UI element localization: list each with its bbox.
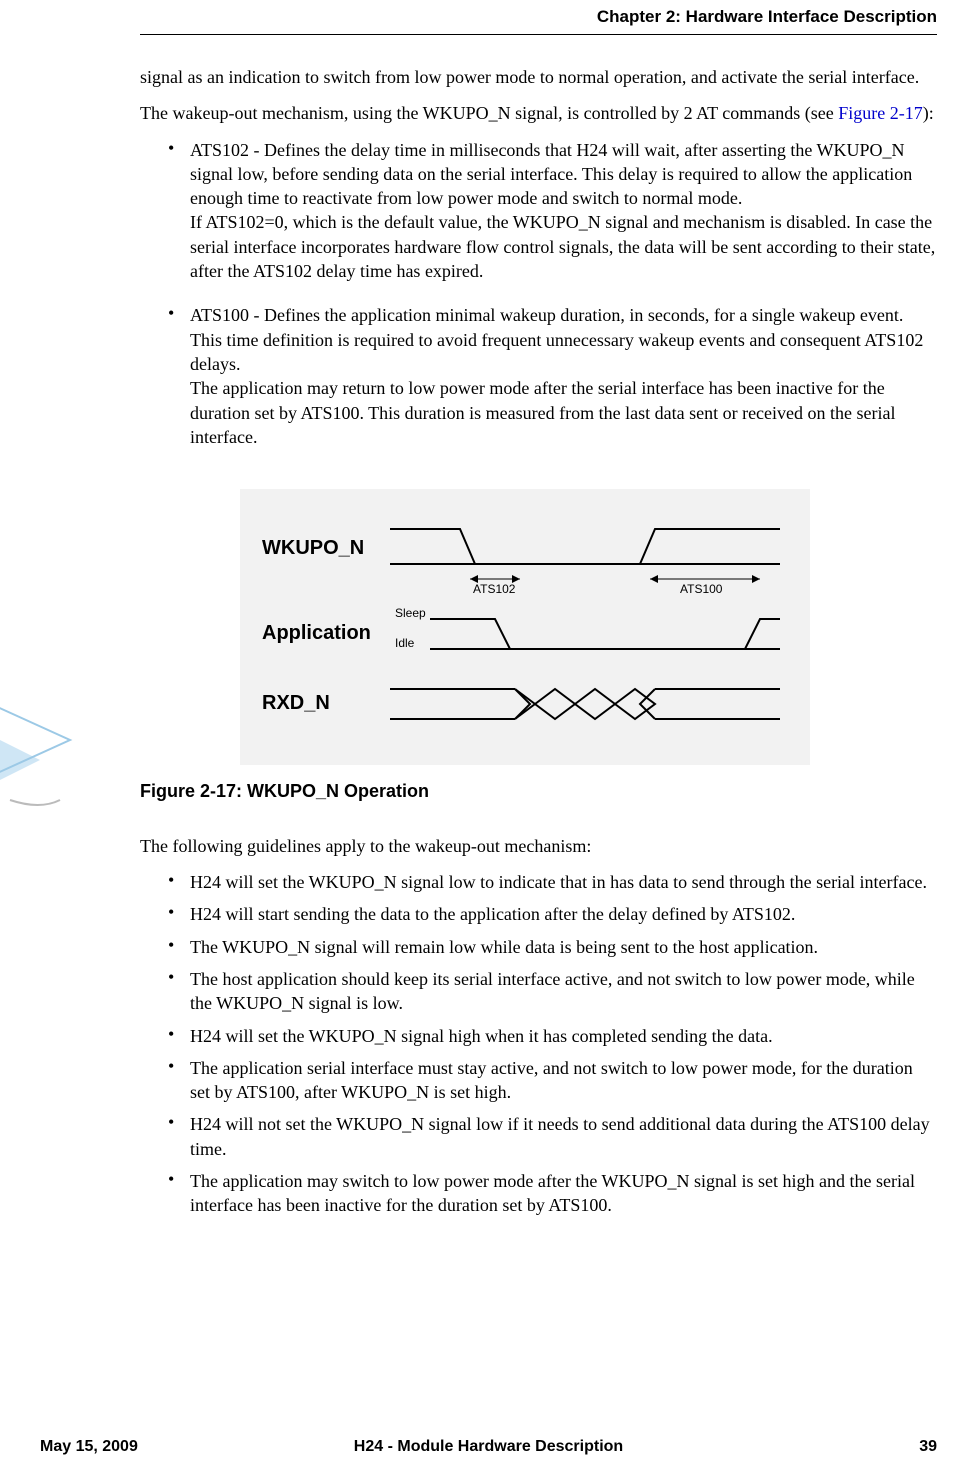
- chapter-title: Chapter 2: Hardware Interface Descriptio…: [597, 7, 937, 27]
- list-item: ATS102 - Defines the delay time in milli…: [168, 138, 937, 284]
- page-decoration: [0, 680, 100, 850]
- list-item: The host application should keep its ser…: [168, 967, 937, 1016]
- label-idle: Idle: [395, 636, 415, 650]
- list-item: H24 will set the WKUPO_N signal low to i…: [168, 870, 937, 894]
- text: The application serial interface must st…: [190, 1058, 913, 1102]
- signal-label-wkupo: WKUPO_N: [262, 537, 364, 559]
- label-ats102: ATS102: [473, 582, 516, 596]
- footer-title: H24 - Module Hardware Description: [40, 1438, 937, 1456]
- text: ATS100 - Defines the application minimal…: [190, 305, 923, 446]
- text: The following guidelines apply to the wa…: [140, 836, 591, 856]
- list-item: ATS100 - Defines the application minimal…: [168, 303, 937, 449]
- text: H24 will start sending the data to the a…: [190, 904, 795, 924]
- paragraph: The wakeup-out mechanism, using the WKUP…: [140, 101, 937, 125]
- paragraph: signal as an indication to switch from l…: [140, 65, 937, 89]
- list-item: H24 will set the WKUPO_N signal high whe…: [168, 1024, 937, 1048]
- figure-caption: Figure 2-17: WKUPO_N Operation: [140, 779, 810, 803]
- bullet-list: H24 will set the WKUPO_N signal low to i…: [140, 870, 937, 1218]
- list-item: The WKUPO_N signal will remain low while…: [168, 935, 937, 959]
- signal-label-rxd: RXD_N: [262, 692, 330, 714]
- list-item: H24 will not set the WKUPO_N signal low …: [168, 1112, 937, 1161]
- text: ATS102 - Defines the delay time in milli…: [190, 140, 935, 281]
- list-item: The application may switch to low power …: [168, 1169, 937, 1218]
- text: The application may switch to low power …: [190, 1171, 915, 1215]
- text: The host application should keep its ser…: [190, 969, 915, 1013]
- text: The WKUPO_N signal will remain low while…: [190, 937, 818, 957]
- figure: WKUPO_N Application RXD_N ATS102 ATS: [240, 489, 810, 804]
- text: H24 will not set the WKUPO_N signal low …: [190, 1114, 930, 1158]
- text: H24 will set the WKUPO_N signal low to i…: [190, 872, 927, 892]
- label-sleep: Sleep: [395, 606, 426, 620]
- list-item: H24 will start sending the data to the a…: [168, 902, 937, 926]
- text: The wakeup-out mechanism, using the WKUP…: [140, 103, 838, 123]
- signal-label-app: Application: [262, 622, 371, 644]
- label-ats100: ATS100: [680, 582, 723, 596]
- list-item: The application serial interface must st…: [168, 1056, 937, 1105]
- text: signal as an indication to switch from l…: [140, 67, 919, 87]
- figure-image: WKUPO_N Application RXD_N ATS102 ATS: [240, 489, 810, 765]
- text: H24 will set the WKUPO_N signal high whe…: [190, 1026, 773, 1046]
- page-footer: May 15, 2009 H24 - Module Hardware Descr…: [40, 1438, 937, 1456]
- figure-reference-link[interactable]: Figure 2-17: [838, 103, 923, 123]
- page-header: Chapter 2: Hardware Interface Descriptio…: [140, 10, 937, 35]
- bullet-list: ATS102 - Defines the delay time in milli…: [140, 138, 937, 450]
- text: ):: [923, 103, 934, 123]
- paragraph: The following guidelines apply to the wa…: [140, 834, 937, 858]
